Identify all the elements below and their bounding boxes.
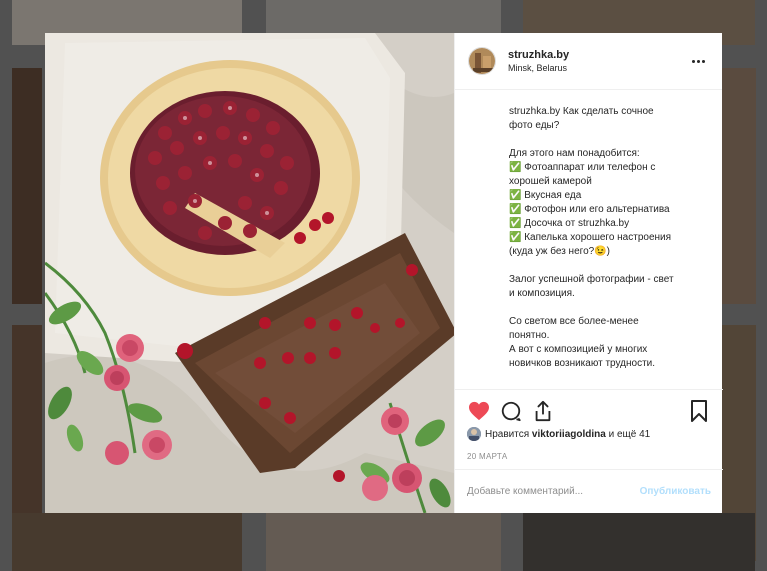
caption-text-line: Залог успешной фотографии - свет [509,274,674,285]
caption-text-line: ✅ Вкусная еда [509,190,582,201]
caption-text-line: и композиция. [509,288,575,299]
caption-first-line: struzhka.by Как сделать сочное [509,105,713,119]
liker-username-link[interactable]: viktoriiagoldina [532,429,606,440]
caption-text-line: Как сделать сочное [562,106,654,117]
likes-others-link[interactable]: и ещё 41 [609,429,651,440]
avatar-image [469,48,495,74]
username-link[interactable]: struzhka.by [508,48,688,62]
heart-icon[interactable] [467,399,491,423]
more-options-icon[interactable] [688,51,708,71]
liker-avatar[interactable] [467,427,481,441]
avatar[interactable] [468,47,496,75]
caption-text-line: фото еды? [509,120,560,131]
caption: struzhka.by Как сделать сочное фото еды?… [455,91,723,391]
caption-text-line: Со светом все более-менее [509,316,639,327]
post-date: 20 МАРТА [467,452,508,461]
caption-text-line [509,301,713,315]
caption-text-line: понятно. [509,330,550,341]
caption-text-line: А вот с композицией у многих [509,344,648,355]
publish-button[interactable]: Опубликовать [640,486,711,497]
caption-text-line: ✅ Досочка от struzhka.by [509,218,630,229]
bookmark-icon[interactable] [687,399,711,423]
post-side-panel: struzhka.by Minsk, Belarus struzhka.by К… [454,33,723,513]
caption-text-line [509,133,713,147]
caption-text-line: (куда уж без него?😉) [509,246,610,257]
share-icon[interactable] [531,399,555,423]
caption-text-line: хорошей камерой [509,176,592,187]
caption-username-link[interactable]: struzhka.by [509,106,560,117]
comment-input[interactable] [467,486,640,497]
post-photo[interactable] [45,33,454,513]
post-header: struzhka.by Minsk, Belarus [455,33,722,90]
galette-photo-illustration [45,33,454,513]
caption-text-line: Для этого нам понадобится: [509,148,640,159]
post-actions [455,389,723,431]
likes-text: Нравится viktoriiagoldina и ещё 41 [485,429,650,440]
location-link[interactable]: Minsk, Belarus [508,62,688,74]
likes-prefix: Нравится [485,428,530,440]
caption-text-line: ✅ Фотоаппарат или телефон с [509,162,656,173]
post-modal: struzhka.by Minsk, Belarus struzhka.by К… [45,33,723,513]
comment-icon[interactable] [499,399,523,423]
caption-text-line: ✅ Фотофон или его альтернатива [509,204,670,215]
caption-text-line [509,259,713,273]
caption-text-line: ✅ Капелька хорошего настроения [509,232,672,243]
comment-bar: Опубликовать [455,469,723,513]
caption-text-line: новичков возникают трудности. [509,358,656,369]
likes-row: Нравится viktoriiagoldina и ещё 41 [467,427,650,441]
post-header-text: struzhka.by Minsk, Belarus [508,48,688,74]
